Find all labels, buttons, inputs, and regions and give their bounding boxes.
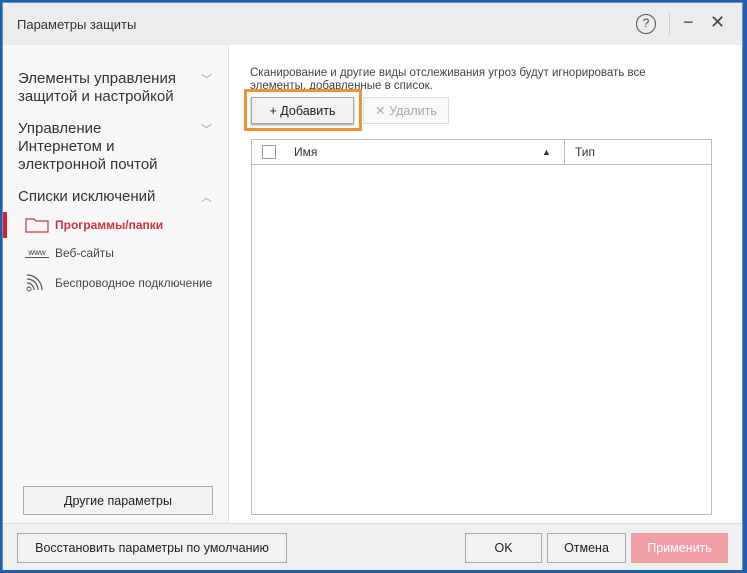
column-name[interactable]: Имя xyxy=(294,145,534,159)
chevron-down-icon[interactable]: ﹀ xyxy=(201,121,212,137)
exclusions-table: Имя ▲ Тип xyxy=(251,139,712,515)
select-all-checkbox[interactable] xyxy=(262,145,276,159)
close-button[interactable]: ✕ xyxy=(710,12,725,33)
main-panel: Сканирование и другие виды отслеживания … xyxy=(230,45,742,523)
cancel-button[interactable]: Отмена xyxy=(547,533,626,563)
sort-ascending-icon: ▲ xyxy=(542,147,551,157)
sidebar-item-programs-folders[interactable]: Программы/папки xyxy=(25,217,163,233)
chevron-down-icon[interactable]: ﹀ xyxy=(201,71,212,87)
sidebar-group-protection-controls[interactable]: Элементы управления защитой и настройкой xyxy=(18,70,198,106)
wifi-icon xyxy=(26,274,43,292)
ok-button[interactable]: OK xyxy=(465,533,542,563)
window-title: Параметры защиты xyxy=(17,16,137,32)
divider xyxy=(669,13,670,35)
www-icon: www xyxy=(25,248,49,258)
title-bar: Параметры защиты ? − ✕ xyxy=(3,3,742,45)
sidebar-group-exclusions[interactable]: Списки исключений xyxy=(18,188,198,206)
active-indicator xyxy=(3,212,7,238)
minimize-button[interactable]: − xyxy=(683,12,694,33)
restore-defaults-button[interactable]: Восстановить параметры по умолчанию xyxy=(17,533,287,563)
protection-settings-window: Параметры защиты ? − ✕ Элементы управлен… xyxy=(2,2,743,570)
sidebar-item-wireless[interactable]: Беспроводное подключение xyxy=(25,274,212,292)
apply-button[interactable]: Применить xyxy=(631,533,728,563)
delete-button[interactable]: ✕ Удалить xyxy=(363,97,449,124)
help-icon[interactable]: ? xyxy=(636,14,656,34)
chevron-up-icon[interactable]: ︿ xyxy=(201,189,212,205)
table-header: Имя ▲ Тип xyxy=(252,140,711,165)
sidebar-item-websites[interactable]: www Веб-сайты xyxy=(25,246,114,260)
folder-icon xyxy=(25,218,49,233)
column-type[interactable]: Тип xyxy=(564,140,595,164)
sidebar: Элементы управления защитой и настройкой… xyxy=(3,45,229,523)
other-settings-button[interactable]: Другие параметры xyxy=(23,486,213,515)
footer: Восстановить параметры по умолчанию OK О… xyxy=(3,523,742,570)
sidebar-group-internet-email[interactable]: Управление Интернетом и электронной почт… xyxy=(18,120,158,174)
add-button[interactable]: + Добавить xyxy=(251,97,354,124)
